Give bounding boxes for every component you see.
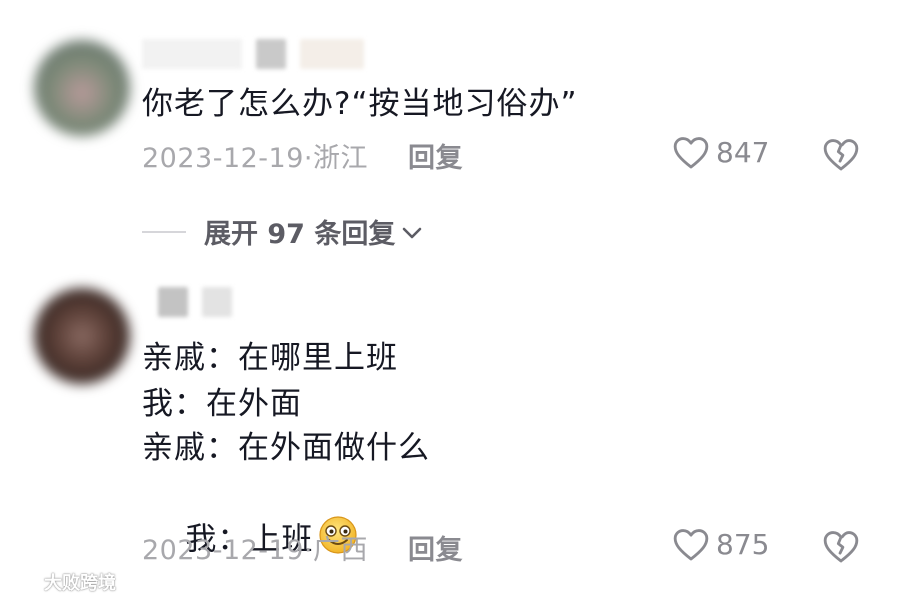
expand-replies-button[interactable]: 展开 97 条回复	[142, 212, 423, 251]
watermark-text: 大败跨境	[44, 572, 116, 594]
reply-button[interactable]: 回复	[408, 528, 463, 567]
like-button[interactable]: 847	[672, 134, 769, 170]
heart-icon	[672, 134, 710, 170]
expand-replies-label: 展开 97 条回复	[204, 219, 396, 250]
comment-text: 你老了怎么办?“按当地习俗办”	[142, 86, 578, 122]
like-count: 847	[716, 135, 770, 169]
heart-icon	[672, 526, 710, 562]
comment-date-location: 2023-12-19·广西	[142, 535, 368, 566]
broken-heart-icon	[822, 136, 860, 172]
avatar[interactable]	[34, 288, 130, 384]
like-button[interactable]: 875	[672, 526, 769, 562]
comment-date-location: 2023-12-19·浙江	[142, 143, 368, 174]
reply-button[interactable]: 回复	[408, 136, 463, 175]
chevron-down-icon	[401, 216, 423, 247]
like-count: 875	[716, 527, 770, 561]
divider-line	[142, 230, 186, 233]
avatar[interactable]	[34, 40, 130, 136]
comment-line: 亲戚：在外面做什么	[142, 430, 430, 466]
watermark: 大败跨境	[6, 568, 116, 595]
username-blurred[interactable]	[158, 286, 232, 318]
dislike-button[interactable]	[822, 136, 860, 172]
comment-meta: 2023-12-19·广西 回复	[142, 528, 463, 567]
dislike-button[interactable]	[822, 528, 860, 564]
broken-heart-icon	[822, 528, 860, 564]
comment-line: 亲戚：在哪里上班	[142, 340, 398, 376]
comment-line: 我：在外面	[142, 386, 302, 422]
username-blurred[interactable]	[142, 38, 364, 70]
watermark-logo-icon	[6, 568, 40, 595]
comment-meta: 2023-12-19·浙江 回复	[142, 136, 463, 175]
